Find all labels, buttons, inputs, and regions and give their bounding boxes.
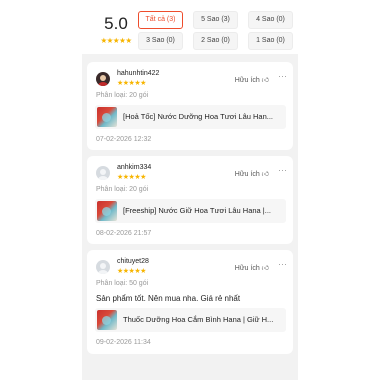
- thumbs-up-icon: 👍︎: [261, 77, 269, 84]
- average-stars: ★★★★★: [100, 36, 132, 45]
- review-stars: ★★★★★: [117, 80, 146, 87]
- more-options-icon[interactable]: ···: [278, 259, 287, 269]
- review-variant: Phân loại: 50 gói: [96, 280, 149, 287]
- helpful-label: Hữu ích: [234, 77, 260, 84]
- product-thumbnail: [97, 107, 117, 127]
- review-stars: ★★★★★: [117, 268, 146, 275]
- username[interactable]: anhkim334: [117, 164, 151, 171]
- filter-all[interactable]: Tất cả (3): [138, 11, 183, 29]
- helpful-button[interactable]: Hữu ích 👍︎: [235, 169, 269, 178]
- more-options-icon[interactable]: ···: [278, 71, 287, 81]
- avatar[interactable]: [96, 166, 110, 180]
- review-time: 09-02-2026 11:34: [96, 339, 151, 346]
- rating-summary: 5.0 ★★★★★ Tất cả (3) 5 Sao (3) 4 Sao (0)…: [82, 0, 298, 54]
- average-score-value: 5.0: [104, 14, 128, 33]
- review-variant: Phân loại: 20 gói: [96, 186, 149, 193]
- avatar[interactable]: [96, 72, 110, 86]
- product-title: [Freeship] Nước Giữ Hoa Tươi Lâu Hana |.…: [123, 206, 272, 215]
- product-link[interactable]: Thuốc Dưỡng Hoa Cắm Bình Hana | Giữ H...: [95, 308, 286, 332]
- username[interactable]: hahunhtin422: [117, 70, 159, 77]
- product-thumbnail: [97, 310, 117, 330]
- filter-4-star[interactable]: 4 Sao (0): [248, 11, 293, 29]
- helpful-label: Hữu ích: [234, 265, 260, 272]
- helpful-button[interactable]: Hữu ích 👍︎: [235, 75, 269, 84]
- review-card: hahunhtin422 ★★★★★ Hữu ích 👍︎ ··· Phân l…: [87, 62, 293, 150]
- review-stars: ★★★★★: [117, 174, 146, 181]
- reviews-panel: 5.0 ★★★★★ Tất cả (3) 5 Sao (3) 4 Sao (0)…: [82, 0, 298, 380]
- product-thumbnail: [97, 201, 117, 221]
- thumbs-up-icon: 👍︎: [261, 265, 269, 272]
- review-card: anhkim334 ★★★★★ Hữu ích 👍︎ ··· Phân loại…: [87, 156, 293, 244]
- review-variant: Phân loại: 20 gói: [96, 92, 149, 99]
- review-time: 07-02-2026 12:32: [96, 136, 152, 143]
- filter-1-star[interactable]: 1 Sao (0): [248, 32, 293, 50]
- filter-3-star[interactable]: 3 Sao (0): [138, 32, 183, 50]
- review-time: 08-02-2026 21:57: [96, 230, 152, 237]
- product-title: [Hoả Tốc] Nước Dưỡng Hoa Tươi Lâu Han...: [123, 112, 274, 121]
- product-link[interactable]: [Hoả Tốc] Nước Dưỡng Hoa Tươi Lâu Han...: [95, 105, 286, 129]
- helpful-button[interactable]: Hữu ích 👍︎: [235, 263, 269, 272]
- thumbs-up-icon: 👍︎: [261, 171, 269, 178]
- review-comment: Sản phẩm tốt. Nên mua nha. Giá rẻ nhất: [96, 294, 241, 303]
- more-options-icon[interactable]: ···: [278, 165, 287, 175]
- username[interactable]: chituyet28: [117, 258, 149, 265]
- average-score: 5.0 ★★★★★: [90, 14, 142, 45]
- filter-2-star[interactable]: 2 Sao (0): [193, 32, 238, 50]
- helpful-label: Hữu ích: [234, 171, 260, 178]
- avatar[interactable]: [96, 260, 110, 274]
- product-link[interactable]: [Freeship] Nước Giữ Hoa Tươi Lâu Hana |.…: [95, 199, 286, 223]
- filter-5-star[interactable]: 5 Sao (3): [193, 11, 238, 29]
- review-card: chituyet28 ★★★★★ Hữu ích 👍︎ ··· Phân loạ…: [87, 250, 293, 354]
- product-title: Thuốc Dưỡng Hoa Cắm Bình Hana | Giữ H...: [123, 315, 274, 324]
